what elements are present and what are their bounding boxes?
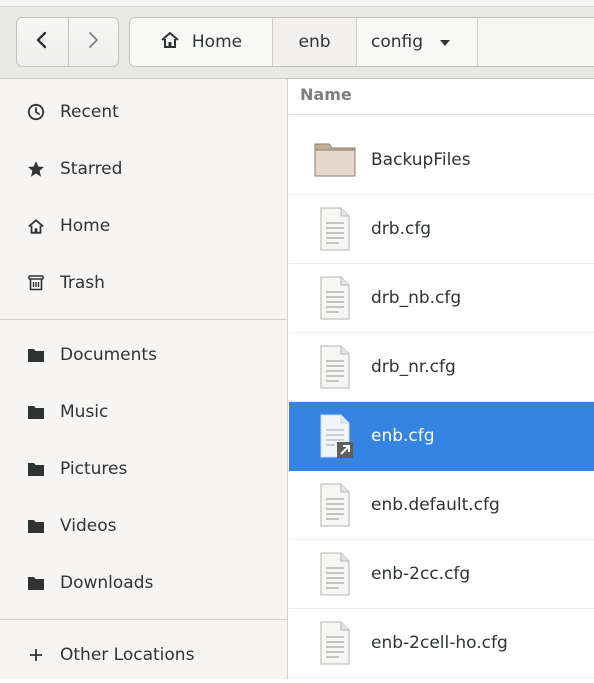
breadcrumb-config-label: config bbox=[370, 32, 424, 52]
file-name: enb-2cell-ho.cfg bbox=[371, 633, 508, 653]
chevron-right-icon bbox=[86, 31, 100, 53]
file-name: enb.default.cfg bbox=[371, 495, 500, 515]
file-name: drb_nb.cfg bbox=[371, 288, 462, 308]
sidebar-item-label: Pictures bbox=[60, 459, 128, 479]
folder-icon bbox=[26, 402, 46, 422]
plus-icon bbox=[26, 645, 46, 665]
forward-button[interactable] bbox=[67, 18, 119, 66]
column-header-name[interactable]: Name bbox=[289, 79, 594, 115]
sidebar-item-documents[interactable]: Documents bbox=[0, 327, 287, 383]
clock-icon bbox=[26, 102, 46, 122]
folder-icon bbox=[311, 136, 359, 184]
file-row-drb-nr-cfg[interactable]: drb_nr.cfg bbox=[289, 333, 594, 402]
sidebar-item-label: Videos bbox=[60, 516, 117, 536]
star-icon bbox=[26, 159, 46, 179]
back-button[interactable] bbox=[17, 18, 68, 66]
file-row-drb-cfg[interactable]: drb.cfg bbox=[289, 195, 594, 264]
breadcrumb-config[interactable]: config bbox=[357, 18, 478, 66]
sidebar-separator bbox=[0, 319, 287, 320]
folder-icon bbox=[26, 516, 46, 536]
file-list: Name BackupFiles drb.cfg drb_nb.cfg drb_… bbox=[289, 79, 594, 679]
file-row-drb-nb-cfg[interactable]: drb_nb.cfg bbox=[289, 264, 594, 333]
column-header-label: Name bbox=[300, 85, 352, 104]
sidebar-item-home[interactable]: Home bbox=[0, 198, 287, 254]
sidebar-item-music[interactable]: Music bbox=[0, 384, 287, 440]
sidebar-item-videos[interactable]: Videos bbox=[0, 498, 287, 554]
header-bar: Home enb config bbox=[0, 0, 594, 79]
sidebar-item-label: Recent bbox=[60, 102, 119, 122]
breadcrumb-enb-label: enb bbox=[298, 32, 331, 52]
file-name: drb_nr.cfg bbox=[371, 357, 456, 377]
home-icon bbox=[160, 31, 192, 54]
breadcrumb-home-label: Home bbox=[191, 32, 243, 52]
chevron-down-icon bbox=[439, 32, 463, 52]
sidebar-item-pictures[interactable]: Pictures bbox=[0, 441, 287, 497]
sidebar-item-recent[interactable]: Recent bbox=[0, 84, 287, 140]
file-row-enb-2cell-ho-cfg[interactable]: enb-2cell-ho.cfg bbox=[289, 609, 594, 678]
sidebar-item-label: Other Locations bbox=[60, 645, 195, 665]
file-row-enb-default-cfg[interactable]: enb.default.cfg bbox=[289, 471, 594, 540]
text-file-icon bbox=[311, 274, 359, 322]
trash-icon bbox=[26, 273, 46, 293]
file-name: enb-2cc.cfg bbox=[371, 564, 471, 584]
path-bar-empty bbox=[478, 18, 594, 66]
home-icon bbox=[26, 216, 46, 236]
sidebar: Recent Starred Home Trash Documents Musi… bbox=[0, 79, 288, 679]
sidebar-separator bbox=[0, 619, 287, 620]
sidebar-item-label: Documents bbox=[60, 345, 157, 365]
breadcrumb-enb[interactable]: enb bbox=[273, 18, 357, 66]
text-file-icon bbox=[311, 550, 359, 598]
path-bar: Home enb config bbox=[129, 17, 594, 67]
chevron-left-icon bbox=[35, 31, 49, 53]
sidebar-item-label: Starred bbox=[60, 159, 123, 179]
breadcrumb-home[interactable]: Home bbox=[130, 18, 273, 66]
sidebar-item-starred[interactable]: Starred bbox=[0, 141, 287, 197]
sidebar-item-label: Music bbox=[60, 402, 109, 422]
file-name: BackupFiles bbox=[371, 150, 471, 170]
folder-icon bbox=[26, 573, 46, 593]
sidebar-item-downloads[interactable]: Downloads bbox=[0, 555, 287, 611]
file-row-enb-2cc-cfg[interactable]: enb-2cc.cfg bbox=[289, 540, 594, 609]
symlink-text-file-icon bbox=[311, 412, 359, 460]
file-row-enb-cfg[interactable]: enb.cfg bbox=[289, 402, 594, 471]
text-file-icon bbox=[311, 619, 359, 667]
sidebar-item-label: Trash bbox=[60, 273, 105, 293]
text-file-icon bbox=[311, 205, 359, 253]
sidebar-item-other-locations[interactable]: Other Locations bbox=[0, 627, 287, 683]
navigation-buttons bbox=[16, 17, 119, 67]
file-row-backupfiles[interactable]: BackupFiles bbox=[289, 126, 594, 195]
file-name: drb.cfg bbox=[371, 219, 432, 239]
folder-icon bbox=[26, 345, 46, 365]
sidebar-item-trash[interactable]: Trash bbox=[0, 255, 287, 311]
folder-icon bbox=[26, 459, 46, 479]
title-strip bbox=[0, 0, 594, 7]
file-name: enb.cfg bbox=[371, 426, 435, 446]
sidebar-item-label: Home bbox=[60, 216, 111, 236]
text-file-icon bbox=[311, 481, 359, 529]
text-file-icon bbox=[311, 343, 359, 391]
sidebar-item-label: Downloads bbox=[60, 573, 154, 593]
